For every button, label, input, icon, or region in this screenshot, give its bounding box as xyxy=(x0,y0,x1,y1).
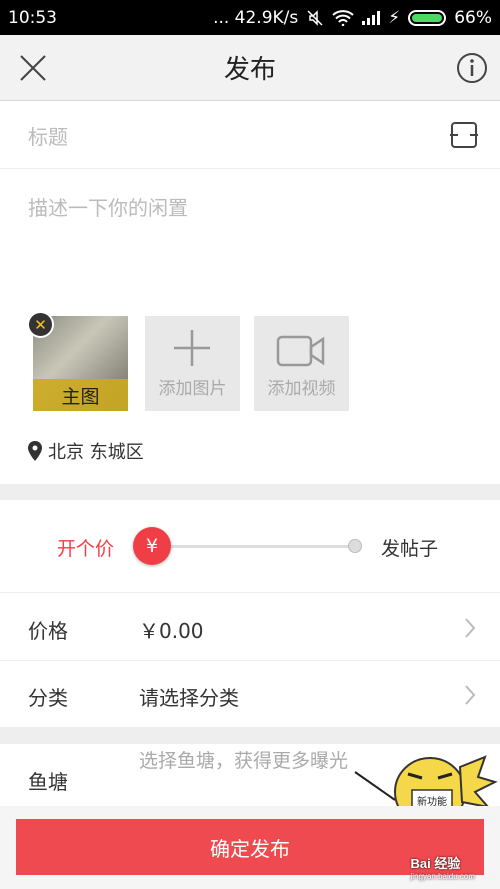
watermark-url: jingyan.baidu.com xyxy=(410,872,475,881)
add-image-button[interactable]: 添加图片 xyxy=(145,316,240,411)
close-icon[interactable] xyxy=(18,53,48,83)
section-divider xyxy=(0,728,500,744)
page-title: 发布 xyxy=(223,55,276,85)
yen-toggle-knob[interactable]: ¥ xyxy=(133,527,171,565)
wifi-icon xyxy=(332,9,354,26)
title-field[interactable]: 标题 xyxy=(0,101,500,169)
pond-hint: 选择鱼塘，获得更多曝光 xyxy=(139,750,349,772)
remove-image-icon[interactable]: ✕ xyxy=(27,311,54,338)
add-video-label: 添加视频 xyxy=(267,379,336,399)
price-value: ￥0.00 xyxy=(139,619,204,643)
price-label: 价格 xyxy=(28,619,68,643)
toggle-track[interactable] xyxy=(160,545,355,548)
title-placeholder: 标题 xyxy=(28,125,68,149)
plus-icon xyxy=(174,330,210,366)
price-mode-toggle[interactable]: 开个价 ¥ 发帖子 xyxy=(0,500,500,593)
charging-icon: ⚡ xyxy=(388,7,401,28)
battery-icon xyxy=(408,9,447,26)
category-row[interactable]: 分类 请选择分类 xyxy=(0,661,500,728)
pond-label: 鱼塘 xyxy=(28,770,68,794)
signal-icon xyxy=(362,10,381,25)
post-label[interactable]: 发帖子 xyxy=(381,534,438,561)
battery-percent: 66% xyxy=(454,7,492,28)
chevron-right-icon xyxy=(465,618,476,638)
category-value: 请选择分类 xyxy=(139,686,239,710)
category-label: 分类 xyxy=(28,686,68,710)
mute-icon xyxy=(307,9,323,26)
scan-icon[interactable] xyxy=(450,121,478,149)
location[interactable]: 北京 东城区 xyxy=(28,438,144,464)
price-row[interactable]: 价格 ￥0.00 xyxy=(0,594,500,661)
section-divider xyxy=(0,484,500,500)
toggle-end-dot xyxy=(348,539,362,553)
quote-price-label[interactable]: 开个价 xyxy=(57,534,114,561)
status-time: 10:53 xyxy=(8,7,57,28)
watermark-text: Bai 经验 xyxy=(410,856,461,871)
location-text: 北京 东城区 xyxy=(48,442,144,463)
network-speed: ... 42.9K/s xyxy=(213,7,299,28)
chevron-right-icon xyxy=(465,685,476,705)
baidu-watermark: Bai 经验 jingyan.baidu.com xyxy=(411,853,475,881)
navbar: 发布 xyxy=(0,35,500,101)
description-field[interactable]: 描述一下你的闲置 xyxy=(28,192,188,221)
main-image-label: 主图 xyxy=(33,379,128,411)
add-image-label: 添加图片 xyxy=(158,379,227,399)
video-camera-icon xyxy=(276,335,325,367)
status-bar: 10:53 ... 42.9K/s ⚡ 66% xyxy=(0,0,500,35)
add-video-button[interactable]: 添加视频 xyxy=(254,316,349,411)
info-icon[interactable] xyxy=(456,52,488,84)
fish-mascot-icon: 新功能 xyxy=(354,755,498,812)
location-pin-icon xyxy=(28,441,42,461)
